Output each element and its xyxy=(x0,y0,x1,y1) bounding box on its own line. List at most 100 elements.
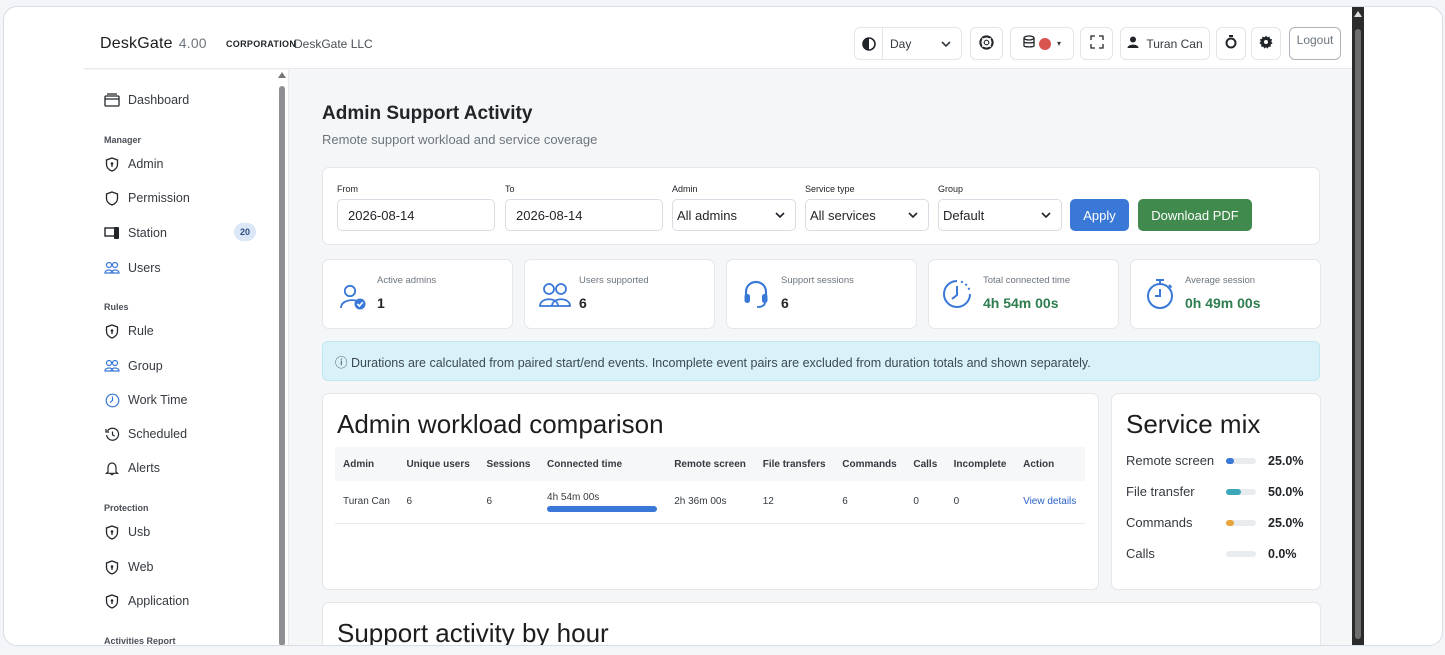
stat-label: Support sessions xyxy=(781,275,854,286)
from-date-input[interactable]: 2026-08-14 xyxy=(337,199,495,231)
people-icon xyxy=(539,282,571,313)
sidebar-item-usb[interactable]: Usb xyxy=(104,524,150,540)
stat-value: 4h 54m 00s xyxy=(983,295,1059,311)
theme-select[interactable]: Day xyxy=(854,27,962,60)
database-status-dropdown[interactable]: ▾ xyxy=(1010,27,1074,60)
sidebar-item-label: Application xyxy=(128,594,190,608)
sidebar-item-label: Rule xyxy=(128,324,154,338)
to-date-input[interactable]: 2026-08-14 xyxy=(505,199,663,231)
service-type-label: Service type xyxy=(805,184,855,194)
sidebar-item-scheduled[interactable]: Scheduled xyxy=(104,426,187,442)
sidebar-item-station[interactable]: Station xyxy=(104,225,167,241)
chevron-down-icon xyxy=(775,208,785,223)
sidebar-item-admin[interactable]: Admin xyxy=(104,156,163,172)
column-header: Connected time xyxy=(539,447,667,481)
page-scrollbar-thumb[interactable] xyxy=(1355,29,1361,639)
sidebar-item-web[interactable]: Web xyxy=(104,559,153,575)
download-pdf-button[interactable]: Download PDF xyxy=(1138,199,1252,231)
service-label: File transfer xyxy=(1126,484,1195,499)
connected-time-bar xyxy=(547,505,658,512)
service-type-select[interactable]: All services xyxy=(805,199,929,231)
sidebar-item-group[interactable]: Group xyxy=(104,358,163,374)
workload-title: Admin workload comparison xyxy=(337,409,664,439)
service-mix-row: Commands 25.0% xyxy=(1126,515,1326,530)
sidebar-item-users[interactable]: Users xyxy=(104,260,161,276)
admin-select-value: All admins xyxy=(677,207,737,223)
database-icon xyxy=(1023,35,1035,52)
admin-select[interactable]: All admins xyxy=(672,199,796,231)
sidebar-scrollbar-thumb[interactable] xyxy=(279,86,285,645)
service-percent: 25.0% xyxy=(1268,453,1304,468)
cell-commands: 6 xyxy=(834,481,906,524)
to-date-value: 2026-08-14 xyxy=(516,207,583,223)
sidebar-item-application[interactable]: Application xyxy=(104,593,189,609)
service-label: Commands xyxy=(1126,515,1193,530)
group-select[interactable]: Default xyxy=(938,199,1062,231)
sidebar-item-label: Usb xyxy=(128,525,151,539)
sidebar-item-label: Permission xyxy=(128,191,190,205)
stat-average-session: Average session 0h 49m 00s xyxy=(1130,259,1321,329)
sidebar-item-rule[interactable]: Rule xyxy=(104,323,154,339)
sidebar-scrollbar[interactable] xyxy=(276,70,288,645)
cell-remote-screen: 2h 36m 00s xyxy=(666,481,755,524)
brand[interactable]: DeskGate 4.00 xyxy=(100,35,207,53)
shield-icon xyxy=(104,323,120,339)
stat-value: 6 xyxy=(579,295,587,311)
stat-label: Users supported xyxy=(579,275,649,286)
stat-label: Total connected time xyxy=(983,275,1071,286)
stat-active-admins: Active admins 1 xyxy=(322,259,513,329)
sidebar: Dashboard Manager Admin Permission Stati… xyxy=(84,70,289,645)
service-bar-fill xyxy=(1226,519,1234,526)
cell-unique-users: 6 xyxy=(398,481,479,524)
brand-name: DeskGate xyxy=(100,35,173,52)
service-bar xyxy=(1226,519,1256,526)
timer-button[interactable] xyxy=(1216,27,1246,60)
sidebar-item-permission[interactable]: Permission xyxy=(104,190,190,206)
column-header: Admin xyxy=(335,447,399,481)
service-mix-row: File transfer 50.0% xyxy=(1126,484,1326,499)
from-date-value: 2026-08-14 xyxy=(348,207,415,223)
stopwatch-icon xyxy=(1225,35,1237,52)
group-label: Group xyxy=(938,184,964,194)
sidebar-item-work-time[interactable]: Work Time xyxy=(104,392,188,408)
status-dot-icon xyxy=(1038,37,1051,50)
caret-down-icon: ▾ xyxy=(1056,39,1061,48)
cell-sessions: 6 xyxy=(478,481,540,524)
corporation-label: CORPORATION xyxy=(226,39,297,49)
info-alert: ⓘ Durations are calculated from paired s… xyxy=(322,341,1320,381)
service-label: Remote screen xyxy=(1126,453,1215,468)
settings-button[interactable] xyxy=(1251,27,1281,60)
view-details-link[interactable]: View details xyxy=(1023,496,1076,507)
user-menu[interactable]: Turan Can xyxy=(1120,27,1210,60)
column-header: Commands xyxy=(834,447,906,481)
sidebar-item-label: Dashboard xyxy=(128,93,190,107)
cell-incomplete: 0 xyxy=(945,481,1016,524)
top-bar: DeskGate 4.00 CORPORATION DeskGate LLC Da… xyxy=(84,7,1352,69)
apply-button[interactable]: Apply xyxy=(1070,199,1129,231)
fullscreen-button[interactable] xyxy=(1080,27,1113,60)
history-icon xyxy=(104,426,120,442)
gear-icon xyxy=(1259,35,1273,52)
sidebar-item-alerts[interactable]: Alerts xyxy=(104,460,160,476)
shield-outline-icon xyxy=(104,190,120,206)
sidebar-item-label: Work Time xyxy=(128,393,188,407)
logout-button[interactable]: Logout xyxy=(1289,27,1341,60)
stat-users-supported: Users supported 6 xyxy=(524,259,715,329)
brand-version: 4.00 xyxy=(178,35,207,51)
user-name: Turan Can xyxy=(1146,36,1203,51)
sidebar-item-label: Scheduled xyxy=(128,427,188,441)
sidebar-item-label: Group xyxy=(128,359,163,373)
service-bar-fill xyxy=(1226,457,1234,464)
sidebar-section-rules: Rules xyxy=(104,302,129,312)
sidebar-item-label: Station xyxy=(128,226,167,240)
sidebar-item-dashboard[interactable]: Dashboard xyxy=(104,92,189,108)
person-icon xyxy=(1127,36,1139,51)
column-header: Calls xyxy=(905,447,946,481)
chevron-down-icon xyxy=(1041,208,1051,223)
page-scrollbar[interactable] xyxy=(1352,7,1364,645)
logout-label: Logout xyxy=(1296,32,1334,47)
hourly-activity-card: Support activity by hour xyxy=(322,602,1321,645)
support-button[interactable] xyxy=(970,27,1003,60)
stat-support-sessions: Support sessions 6 xyxy=(726,259,917,329)
service-bar xyxy=(1226,457,1256,464)
